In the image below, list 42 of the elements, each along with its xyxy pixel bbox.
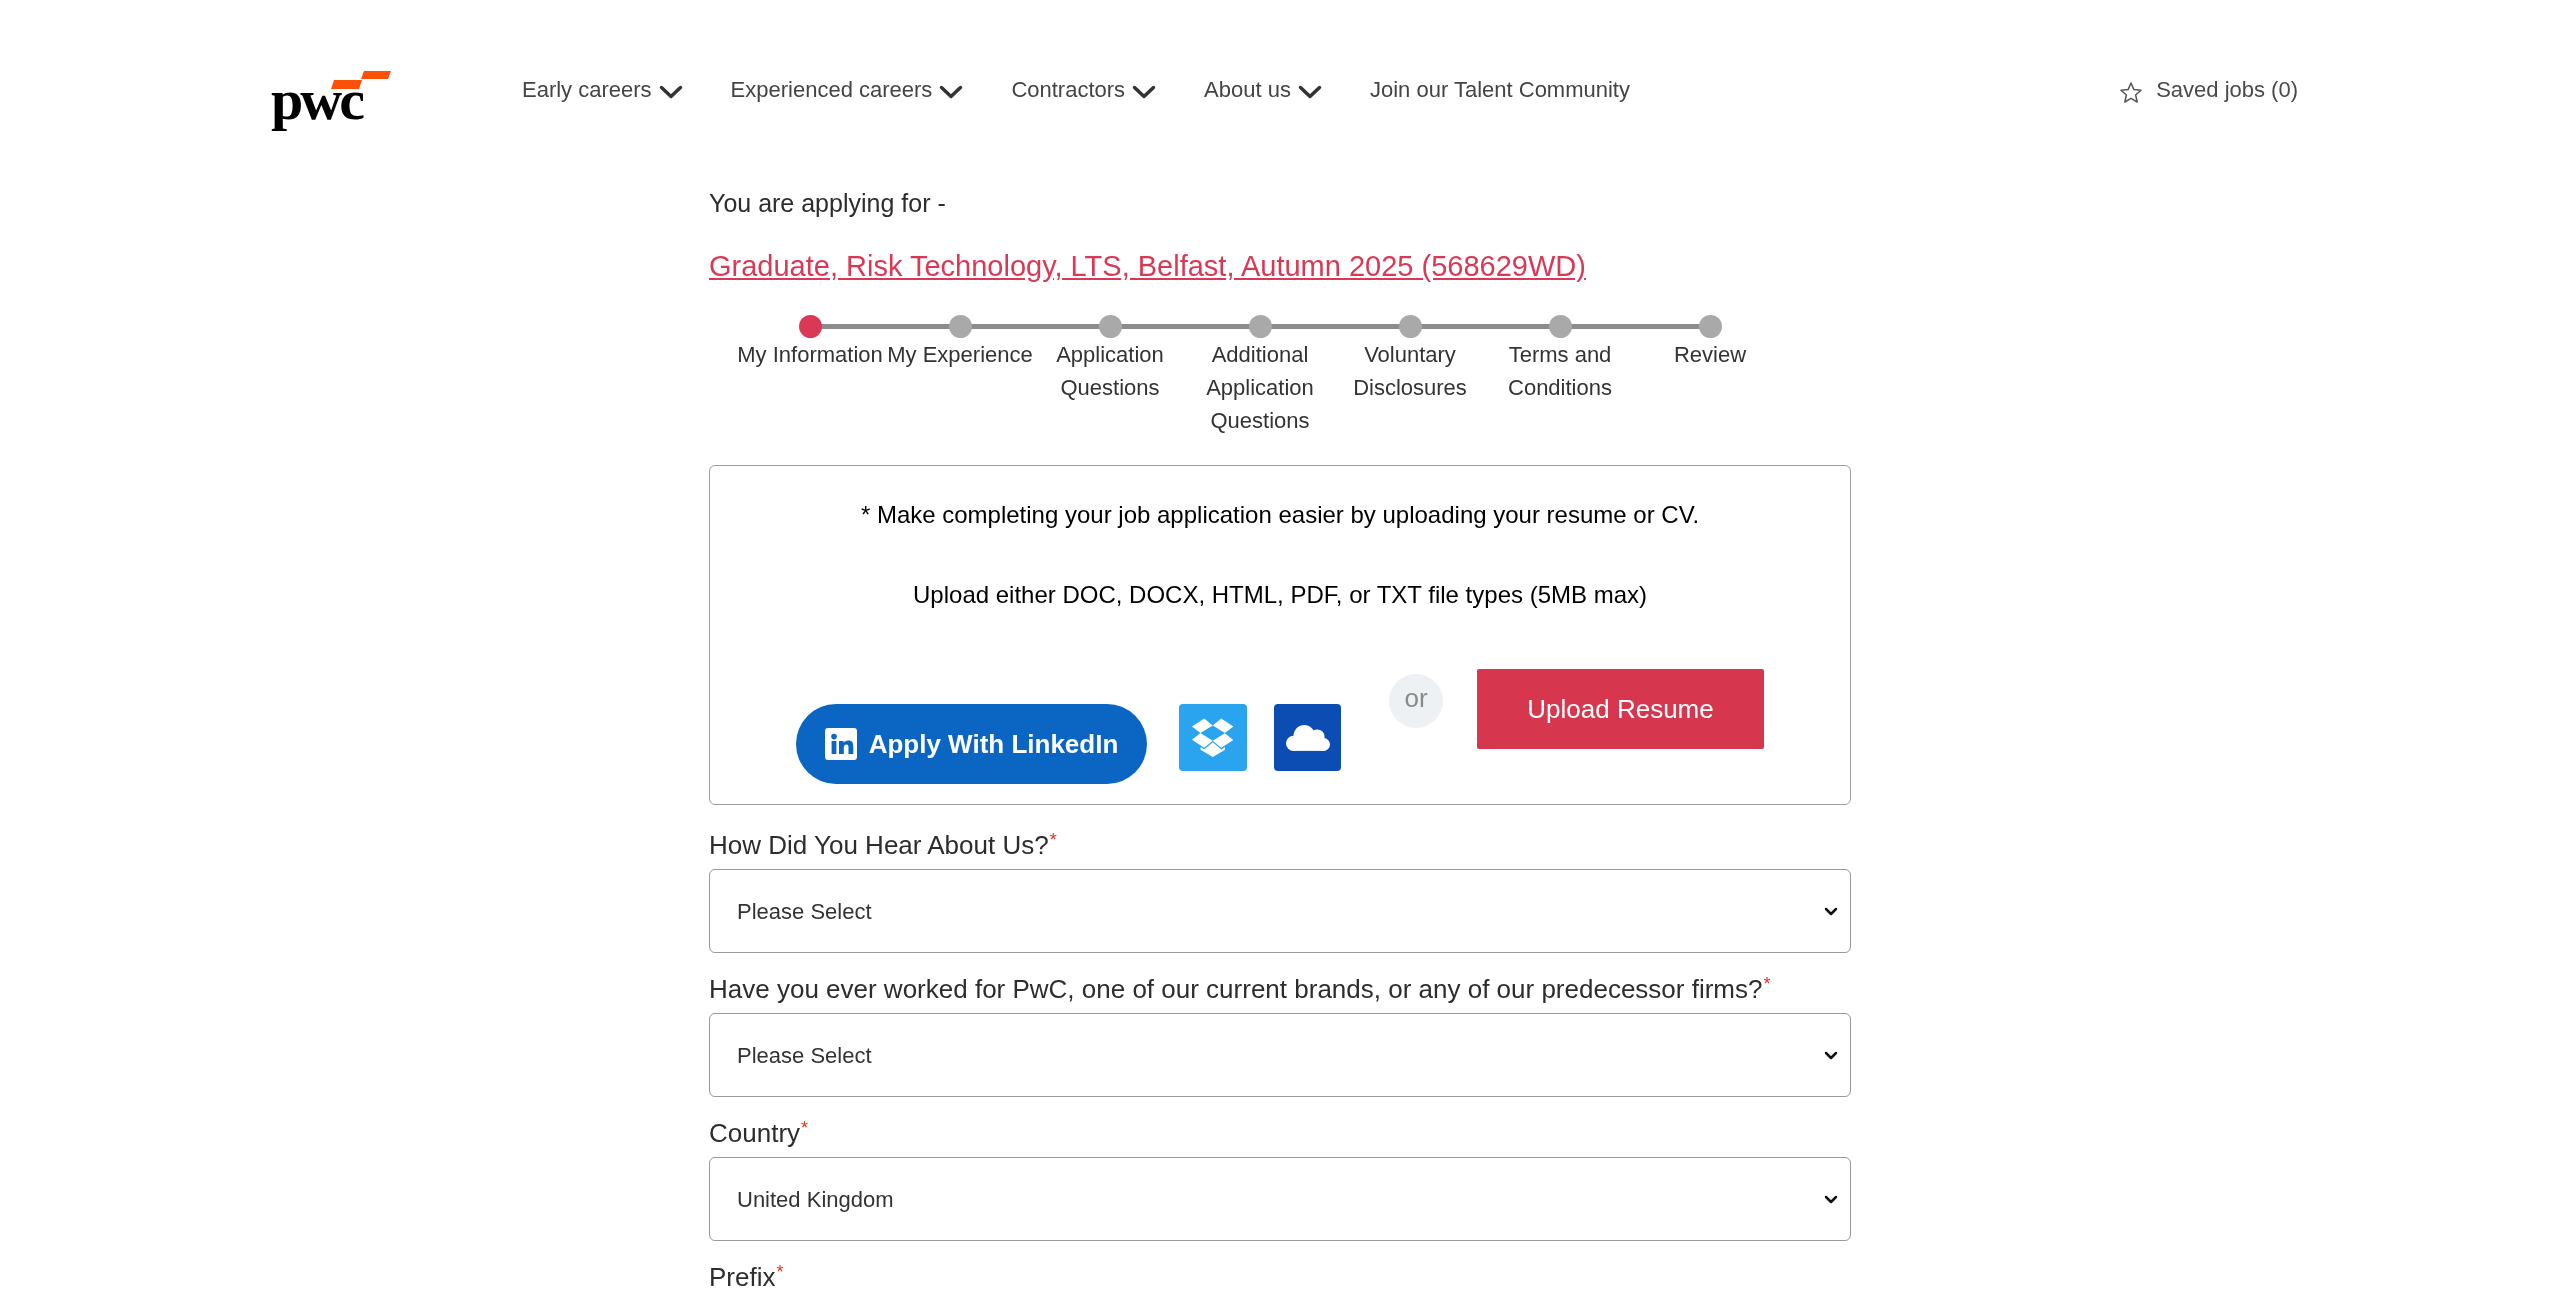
chevron-down-icon: [1132, 85, 1157, 99]
field-label: Country*: [709, 1117, 809, 1149]
nav-menu-button[interactable]: Contractors: [1011, 75, 1157, 105]
logo-link[interactable]: pwc: [271, 67, 391, 133]
step-label: Additional Application Questions: [1205, 341, 1315, 435]
upload-resume-button[interactable]: Upload Resume: [1477, 669, 1764, 749]
nav-menu-button[interactable]: Early careers: [522, 75, 683, 105]
star-icon: [2120, 81, 2143, 103]
select-field[interactable]: Please Select: [709, 869, 1851, 953]
select-field[interactable]: United Kingdom: [709, 1157, 1851, 1241]
chevron-down-icon: [1824, 906, 1838, 916]
upload-prompt-text: * Make completing your job application easier by uploading your resume or CV.: [860, 500, 1700, 530]
cloud-icon: [1285, 724, 1330, 751]
chevron-down-icon: [1824, 1194, 1838, 1204]
step-label: Application Questions: [1055, 341, 1165, 402]
linkedin-icon: [824, 728, 857, 760]
onedrive-button[interactable]: [1274, 704, 1341, 771]
nav-menu-button[interactable]: Experienced careers: [730, 75, 964, 105]
nav-link[interactable]: Join our Talent Community: [1369, 75, 1630, 105]
step-label: My Experience: [887, 341, 1033, 369]
step-label: Voluntary Disclosures: [1352, 341, 1468, 402]
applying-for-text: You are applying for -: [709, 188, 946, 219]
chevron-down-icon: [1824, 1050, 1838, 1060]
step-label: Terms and Conditions: [1507, 341, 1613, 402]
linkedin-apply-button[interactable]: Apply With LinkedIn: [796, 704, 1147, 784]
select-field[interactable]: Please Select: [709, 1013, 1851, 1097]
dropbox-button[interactable]: [1179, 704, 1247, 771]
chevron-down-icon: [1297, 85, 1322, 99]
or-separator: or: [1389, 674, 1443, 728]
dropbox-icon: [1192, 717, 1234, 758]
file-types-text: Upload either DOC, DOCX, HTML, PDF, or TXT file types (5MB max): [913, 580, 1647, 610]
saved-jobs-link[interactable]: Saved jobs (0): [2120, 75, 2298, 105]
stripes-icon: [331, 71, 391, 89]
field-label: Prefix*: [709, 1261, 784, 1293]
nav-menu-button[interactable]: About us: [1204, 75, 1322, 105]
step-label: Review: [1673, 341, 1747, 369]
step-label: My Information: [737, 341, 883, 369]
field-label: Have you ever worked for PwC, one of our current brands, or any of our predecessor firms?*: [709, 973, 1771, 1005]
job-title-link[interactable]: Graduate, Risk Technology, LTS, Belfast, Autumn 2025 (568629WD): [709, 248, 1586, 284]
chevron-down-icon: [658, 85, 683, 99]
chevron-down-icon: [939, 85, 964, 99]
field-label: How Did You Hear About Us?*: [709, 829, 1057, 861]
